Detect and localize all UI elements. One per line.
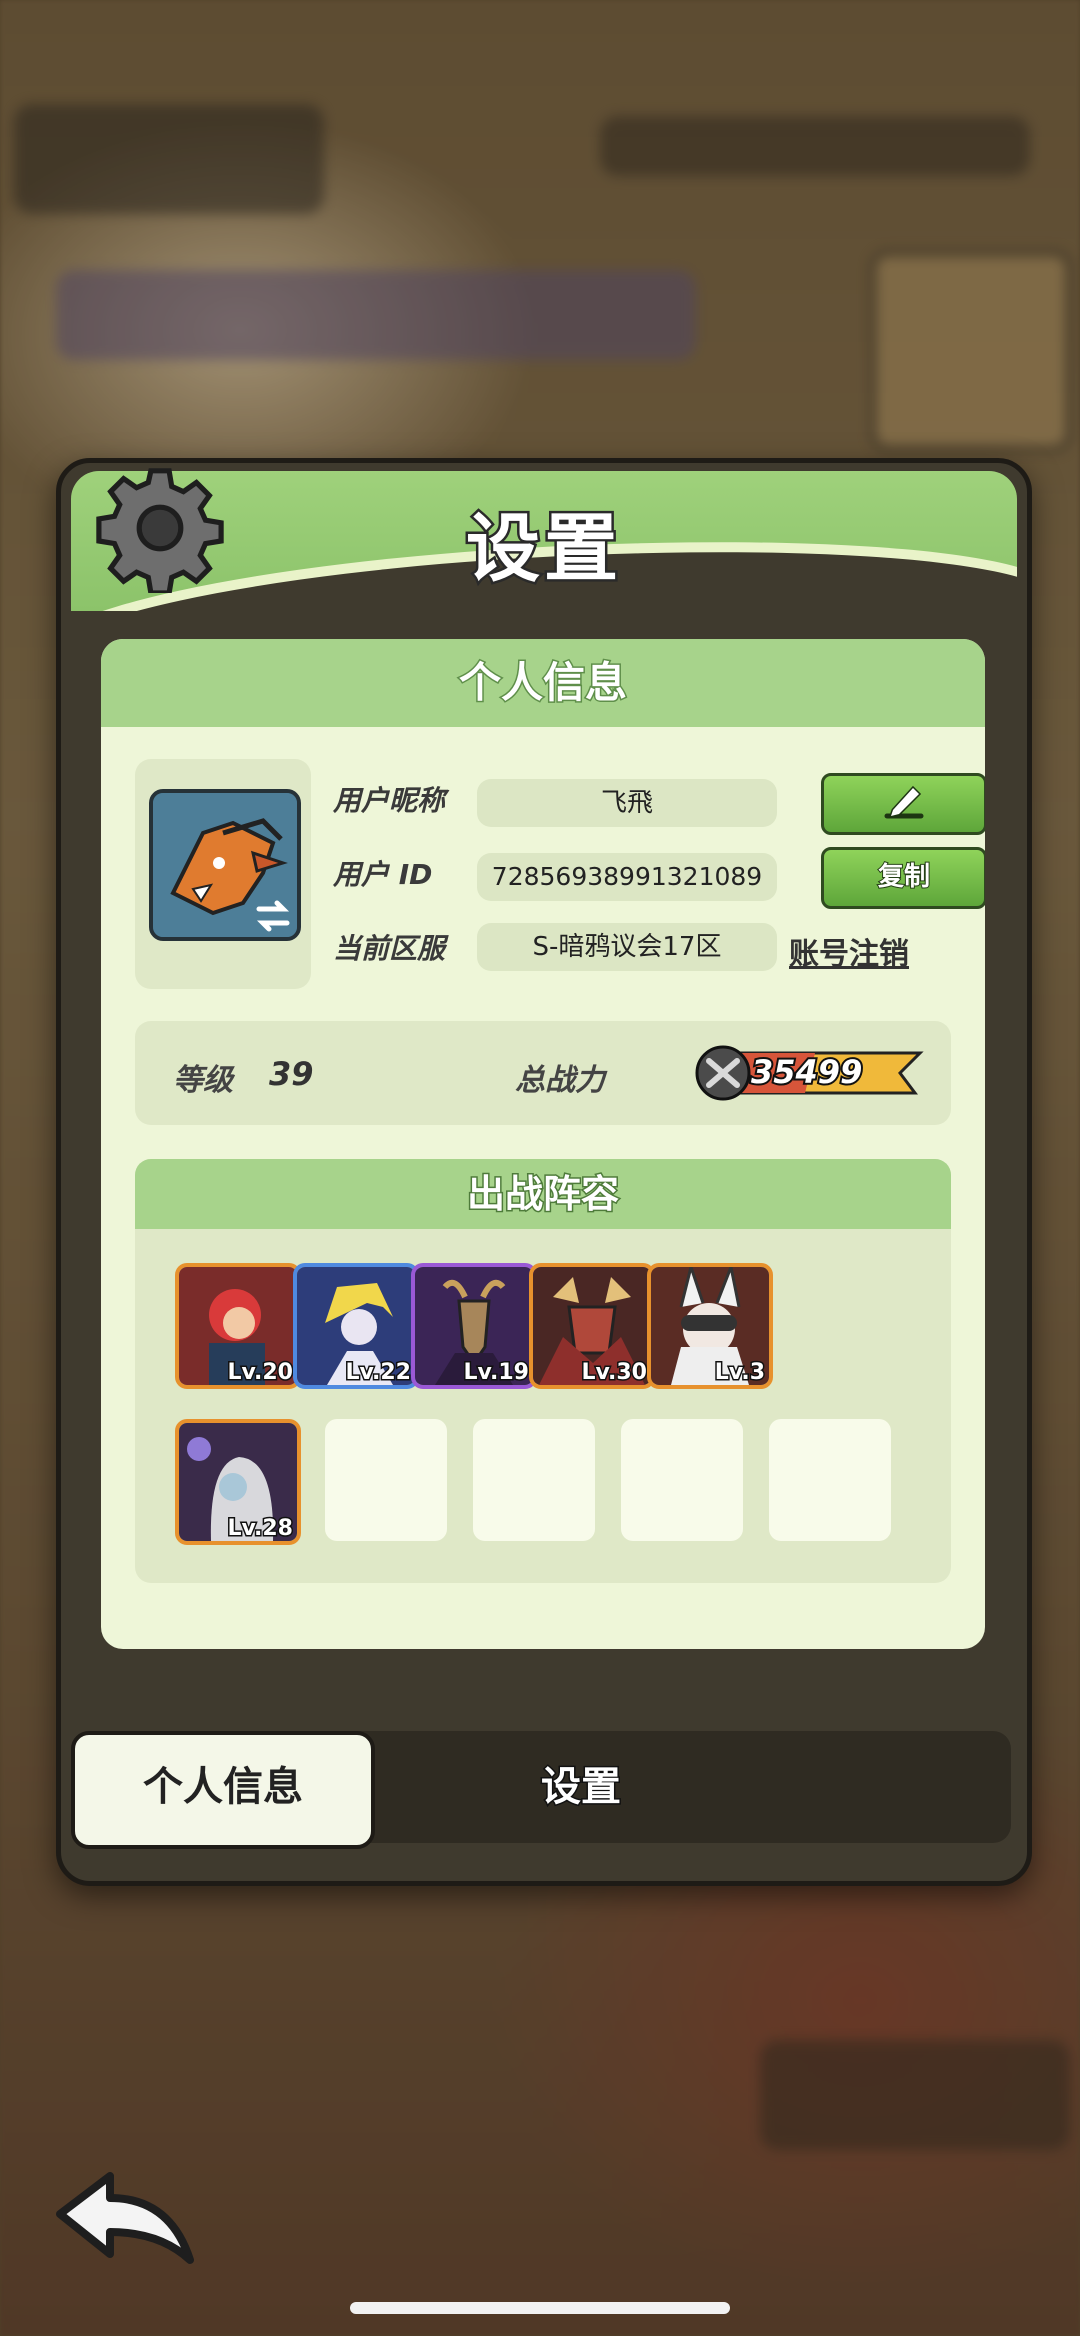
tab-bar: 个人信息 设置 [71, 1731, 1011, 1849]
avatar-card [135, 759, 311, 989]
personal-info-panel: 个人信息 用户昵称 飞飛 用户 ID 72856938991321089 复制 … [101, 639, 985, 1649]
hero-level: Lv.19 [462, 1359, 531, 1386]
hero-slot-1[interactable]: Lv.20 [175, 1263, 301, 1389]
lineup-title: 出战阵容 [135, 1159, 951, 1229]
power-badge: 35499 [695, 1045, 925, 1101]
hero-slot-3[interactable]: Lv.19 [411, 1263, 537, 1389]
tab-settings[interactable]: 设置 [431, 1731, 731, 1843]
avatar[interactable] [149, 789, 301, 941]
gear-icon [96, 468, 224, 593]
empty-hero-slot[interactable] [621, 1419, 743, 1541]
user-id-label: 用户 ID [333, 858, 433, 891]
empty-hero-slot[interactable] [769, 1419, 891, 1541]
panel-title: 个人信息 [101, 639, 985, 727]
back-arrow-icon[interactable] [50, 2170, 200, 2280]
nickname-label: 用户昵称 [333, 784, 446, 817]
hero-slot-2[interactable]: Lv.22 [293, 1263, 419, 1389]
hero-slot-4[interactable]: Lv.30 [529, 1263, 655, 1389]
empty-hero-slot[interactable] [473, 1419, 595, 1541]
pencil-icon [884, 785, 924, 819]
hero-level: Lv.3 [713, 1359, 766, 1386]
hero-level: Lv.20 [226, 1359, 295, 1386]
hero-level: Lv.22 [344, 1359, 413, 1386]
server-field: S-暗鸦议会17区 [477, 923, 777, 971]
tab-personal-info[interactable]: 个人信息 [71, 1731, 375, 1849]
empty-hero-slot[interactable] [325, 1419, 447, 1541]
swap-icon[interactable] [253, 899, 293, 933]
copy-button[interactable]: 复制 [821, 847, 985, 909]
battle-lineup: 出战阵容 Lv.20 Lv.22 Lv.19 Lv.30 Lv.3 Lv.28 [135, 1159, 951, 1583]
edit-nickname-button[interactable] [821, 773, 985, 835]
level-label: 等级 [173, 1063, 233, 1098]
server-label: 当前区服 [333, 932, 446, 965]
hero-level: Lv.28 [226, 1515, 295, 1542]
power-label: 总战力 [515, 1063, 605, 1098]
home-indicator[interactable] [350, 2302, 730, 2314]
level-value: 39 [269, 1055, 314, 1093]
nickname-field: 飞飛 [477, 779, 777, 827]
power-value: 35499 [749, 1051, 864, 1093]
hero-slot-5[interactable]: Lv.3 [647, 1263, 773, 1389]
hero-level: Lv.30 [580, 1359, 649, 1386]
hero-slot-6[interactable]: Lv.28 [175, 1419, 301, 1545]
user-id-field: 72856938991321089 [477, 853, 777, 901]
settings-dialog: 设置 个人信息 用户昵称 飞飛 用户 ID 72856938991321089 … [56, 458, 1032, 1886]
delete-account-link[interactable]: 账号注销 [789, 929, 909, 973]
stat-bar: 等级 39 总战力 35499 [135, 1021, 951, 1125]
